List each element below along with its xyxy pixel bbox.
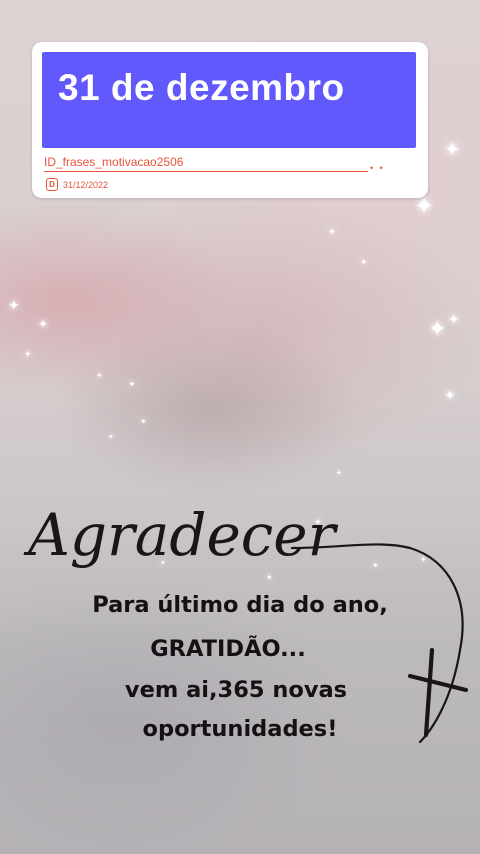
script-word: Agradecer: [23, 501, 339, 569]
caption-line-2: GRATIDÃO...: [150, 636, 306, 662]
caption-line-3: vem ai,365 novas: [124, 677, 348, 703]
caption-line-4: oportunidades!: [142, 716, 338, 742]
caption-line-1: Para último dia do ano,: [92, 592, 388, 618]
